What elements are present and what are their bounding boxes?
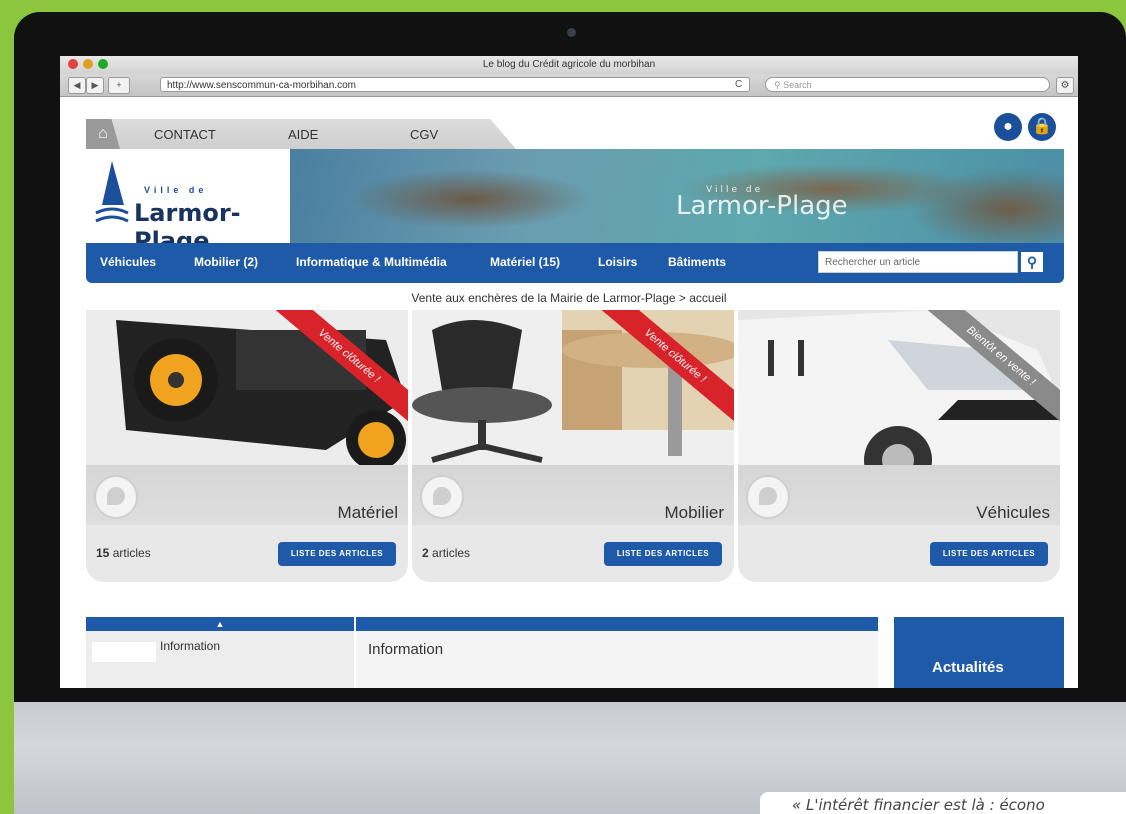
small-site-logo [92,642,156,662]
list-articles-button[interactable]: LISTE DES ARTICLES [930,542,1048,566]
banner-watermark-logo: Ville de Larmor-Plage [676,185,848,221]
info-sidebar: ▲ Information [86,617,354,688]
sale-status-ribbon: Vente clôturée ! [594,310,734,427]
tab-contact[interactable]: CONTACT [154,127,216,142]
info-heading: Information [368,641,444,658]
user-icon[interactable]: ● [994,113,1022,141]
search-icon[interactable]: ⚲ [1020,251,1044,273]
back-button[interactable]: ◀ [68,77,86,94]
browser-search-input[interactable]: ⚲ Search [765,77,1050,92]
nav-item-vehicules[interactable]: Véhicules [100,255,156,269]
collapse-up-icon[interactable]: ▲ [86,617,354,631]
article-count: 2 articles [422,546,471,560]
reload-button[interactable]: C [735,77,742,92]
nav-item-informatique[interactable]: Informatique & Multimédia [296,255,447,269]
card-title: Mobilier [664,503,724,522]
camera [567,28,576,37]
info-label: Information [160,639,221,653]
sale-status-ribbon: Bientôt en vente ! [920,310,1060,427]
gear-icon[interactable]: ⚙ [1056,77,1074,94]
tab-cgv[interactable]: CGV [410,127,438,142]
nav-item-batiments[interactable]: Bâtiments [668,255,726,269]
logo-subtitle: Ville de [144,185,208,195]
news-heading: Actualités [932,659,1004,676]
search-icon: ⚲ [774,80,784,90]
article-search-input[interactable]: Rechercher un article [818,251,1018,273]
new-tab-button[interactable]: + [108,77,130,94]
title-bar: Le blog du Crédit agricole du morbihan [60,56,1078,74]
forward-button[interactable]: ▶ [86,77,104,94]
logo-title: Larmor-Plage [134,199,241,243]
nav-item-mobilier[interactable]: Mobilier (2) [194,255,258,269]
category-card-vehicules[interactable]: Bientôt en vente ! Véhicules LISTE DES A… [738,310,1060,582]
article-count: 15 articles [96,546,151,560]
card-title: Véhicules [976,503,1050,522]
browser-toolbar: ◀ ▶ + http://www.senscommun-ca-morbihan.… [60,74,1078,97]
lock-icon[interactable]: 🔒 [1028,113,1056,141]
testimonial-quote: « L'intérêt financier est là : écono [760,792,1126,814]
category-badge-icon [94,475,138,519]
monitor-frame: Le blog du Crédit agricole du morbihan ◀… [14,12,1126,814]
address-bar[interactable]: http://www.senscommun-ca-morbihan.com [160,77,750,92]
window-title: Le blog du Crédit agricole du morbihan [482,59,656,70]
sale-status-ribbon: Vente clôturée ! [268,310,408,427]
browser-search-placeholder: Search [783,80,812,90]
list-articles-button[interactable]: LISTE DES ARTICLES [278,542,396,566]
category-badge-icon [746,475,790,519]
info-panel: Information [356,617,878,688]
nav-item-loisirs[interactable]: Loisirs [598,255,637,269]
category-badge-icon [420,475,464,519]
tab-aide[interactable]: AIDE [288,127,318,142]
category-card-mobilier[interactable]: Vente clôturée ! Mobilier 2 articles LIS… [412,310,734,582]
news-panel[interactable]: Actualités [894,617,1064,688]
web-page: ⌂ CONTACT AIDE CGV ● 🔒 Ville de Larmor-Pl… [60,97,1078,688]
main-nav: Véhicules Mobilier (2) Informatique & Mu… [86,243,1064,283]
breadcrumb: Vente aux enchères de la Mairie de Larmo… [411,291,727,305]
browser-window: Le blog du Crédit agricole du morbihan ◀… [60,56,1078,688]
category-card-materiel[interactable]: Vente clôturée ! Matériel 15 articles LI… [86,310,408,582]
list-articles-button[interactable]: LISTE DES ARTICLES [604,542,722,566]
site-logo[interactable]: Ville de Larmor-Plage [86,149,290,243]
sail-logo-icon [95,161,129,223]
nav-item-materiel[interactable]: Matériel (15) [490,255,560,269]
header-banner: Ville de Larmor-Plage Ville de Larmor-Pla… [86,149,1064,243]
card-title: Matériel [337,503,398,522]
